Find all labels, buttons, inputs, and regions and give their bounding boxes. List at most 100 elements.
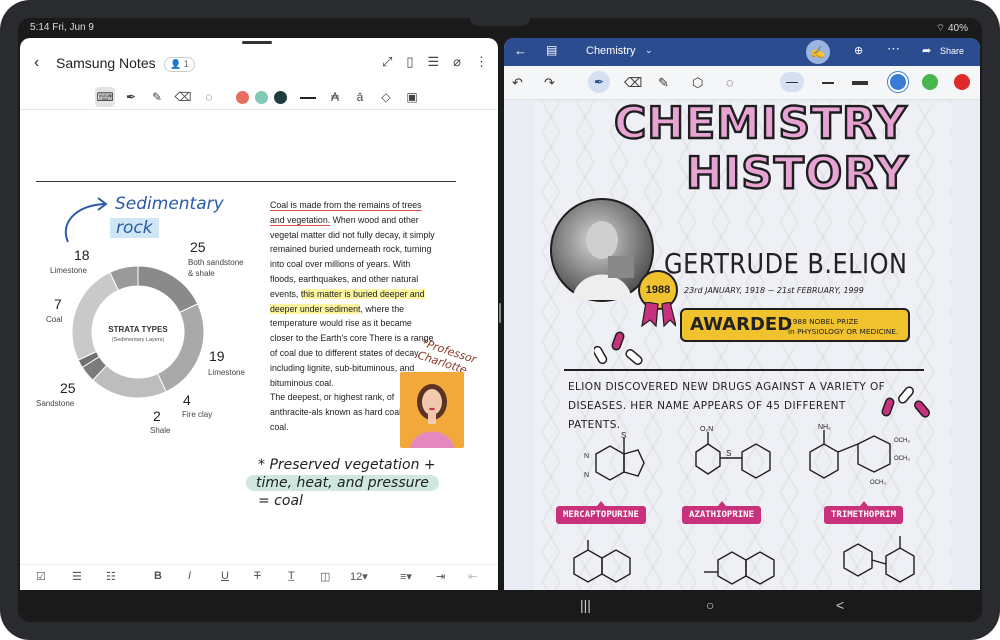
page-title-line-2: HISTORY [685, 147, 909, 200]
handwritten-note-line-3: = coal [258, 493, 303, 509]
stroke-thick[interactable] [852, 81, 868, 85]
stroke-width-icon[interactable] [300, 97, 316, 99]
pen-settings-icon[interactable]: ₳ [325, 87, 345, 107]
text-color-icon[interactable]: T̲ [288, 570, 295, 582]
shapes-icon[interactable]: ⬡ [692, 75, 703, 91]
camera-notch [470, 18, 530, 26]
color-swatch-green[interactable] [922, 74, 938, 90]
pen-icon[interactable]: ✒ [121, 87, 141, 107]
share-button[interactable]: Share [940, 46, 964, 56]
recents-button[interactable]: ||| [580, 597, 591, 613]
awarded-banner: AWARDED 1988 NOBEL PRIZE in PHYSIOLOGY OR… [680, 308, 910, 342]
highlight-icon[interactable]: ◫ [320, 570, 330, 583]
status-icons: ⌔ 40% [936, 22, 968, 35]
svg-text:OCH₃: OCH₃ [870, 480, 886, 486]
notes-actions: ⤢ ▯ ☰ ⌀ ⋮ [382, 54, 488, 70]
notebook-app-bar: ← ▤ Chemistry ⌄ ✍ ⊕ ⋯ ➦ Share [504, 38, 980, 66]
label-trimethoprim: TRIMETHOPRIM [824, 501, 904, 524]
indent-icon[interactable]: ⇥ [436, 570, 445, 583]
notebook-title[interactable]: Chemistry [586, 45, 636, 57]
app-title: Samsung Notes [56, 55, 156, 71]
donut-slice-sandstone-5 [71, 271, 120, 361]
battery-level: 40% [947, 23, 968, 34]
collaborator-count: 1 [183, 59, 189, 69]
color-swatch-dark[interactable] [274, 91, 287, 104]
book-view-icon[interactable]: ▯ [406, 54, 413, 70]
font-size-dropdown[interactable]: 12▾ [350, 570, 368, 583]
align-icon[interactable]: ≡▾ [400, 570, 412, 583]
expand-icon[interactable]: ⤢ [382, 54, 392, 70]
donut-slice-limestone-2 [92, 364, 167, 399]
lasso-icon[interactable]: ◌ [199, 87, 219, 107]
handwritten-note-line-2: time, heat, and pressure [246, 475, 439, 491]
slice-label-both-2: & shale [188, 269, 215, 278]
share-icon[interactable]: ➦ [922, 44, 931, 57]
shapes-icon[interactable]: ◇ [376, 87, 396, 107]
svg-text:NH₂: NH₂ [818, 424, 831, 431]
professor-portrait[interactable] [400, 372, 464, 448]
stroke-medium[interactable] [822, 82, 834, 84]
slice-value-both: 25 [190, 239, 206, 255]
image-icon[interactable]: ▣ [402, 87, 422, 107]
color-swatch-green[interactable] [255, 91, 268, 104]
notes-app-bar: ‹ Samsung Notes 👤 1 ⤢ ▯ ☰ ⌀ ⋮ [20, 46, 498, 80]
svg-text:O₂N: O₂N [700, 426, 713, 433]
collaborator-badge[interactable]: 👤 1 [164, 57, 195, 72]
add-page-icon[interactable]: ⊕ [854, 44, 863, 57]
back-arrow-icon[interactable]: ‹ [34, 54, 39, 72]
keyboard-icon[interactable]: ⌨ [95, 87, 115, 107]
redo-icon[interactable]: ↷ [544, 75, 555, 91]
underline-icon[interactable]: U [221, 570, 229, 582]
checkbox-icon[interactable]: ☑ [36, 570, 46, 583]
capsule-pills-icon-2 [881, 386, 930, 418]
undo-icon[interactable]: ↶ [512, 75, 523, 91]
svg-text:S: S [621, 432, 626, 440]
notebook-icon[interactable]: ▤ [546, 43, 557, 57]
split-view-handle[interactable] [499, 303, 501, 323]
life-dates: 23rd JANUARY, 1918 ~ 21st FEBRUARY, 1999 [684, 286, 864, 295]
donut-slice-both-sandstone-shale-1 [156, 303, 205, 393]
back-arrow-icon[interactable]: ← [514, 43, 527, 58]
bold-icon[interactable]: B [154, 570, 162, 582]
attach-icon[interactable]: ⌀ [453, 54, 461, 70]
italic-icon[interactable]: I [188, 570, 191, 582]
person-icon: 👤 [170, 59, 182, 69]
slice-value-shale: 2 [153, 408, 161, 424]
strikethrough-icon[interactable]: T [254, 570, 261, 582]
page-icon[interactable]: ☰ [428, 54, 440, 70]
numbered-list-icon[interactable]: ☰ [72, 570, 82, 583]
eraser-icon[interactable]: ⌫ [173, 87, 193, 107]
bullet-list-icon[interactable]: ☷ [106, 570, 116, 583]
lasso-icon[interactable]: ◌ [726, 75, 734, 90]
color-swatch-blue[interactable] [890, 74, 906, 90]
draw-mode-icon[interactable]: ✍ [806, 40, 830, 64]
window-drag-handle[interactable] [242, 41, 272, 44]
handwritten-note-line-1: * Preserved vegetation + [258, 457, 436, 473]
more-icon[interactable]: ⋮ [475, 54, 488, 70]
slice-value-limestone-top: 18 [74, 247, 90, 263]
chevron-down-icon[interactable]: ⌄ [645, 45, 653, 56]
label-mercaptopurine: MERCAPTOPURINE [556, 501, 646, 524]
mercaptopurine-structure: S N N [584, 432, 645, 481]
home-button[interactable]: ○ [706, 597, 714, 613]
highlighter-icon[interactable]: ✎ [147, 87, 167, 107]
slice-label-sandstone: Sandstone [36, 399, 75, 408]
more-icon[interactable]: ⋯ [887, 41, 900, 57]
pen-icon[interactable]: ✒ [588, 71, 610, 93]
svg-text:OCH₃: OCH₃ [894, 456, 910, 462]
color-swatch-red[interactable] [954, 74, 970, 90]
outdent-icon[interactable]: ⇤ [468, 570, 477, 583]
back-button[interactable]: < [836, 597, 844, 613]
highlighter-icon[interactable]: ✎ [658, 75, 669, 91]
svg-text:N: N [584, 453, 589, 460]
slice-value-limestone-right: 19 [209, 348, 225, 364]
molecule-structure-6 [843, 536, 915, 583]
divider-line [36, 181, 456, 182]
handwritten-title: Sedimentary [115, 194, 224, 214]
slice-value-coal: 7 [54, 296, 62, 312]
eraser-icon[interactable]: ⌫ [624, 75, 642, 91]
slice-label-both-1: Both sandstone [188, 258, 244, 267]
text-box-icon[interactable]: ā [350, 87, 370, 107]
notebook-page[interactable]: CHEMISTRY HISTORY 1988 GERTRUDE B.ELION … [534, 97, 952, 590]
color-swatch-red[interactable] [236, 91, 249, 104]
